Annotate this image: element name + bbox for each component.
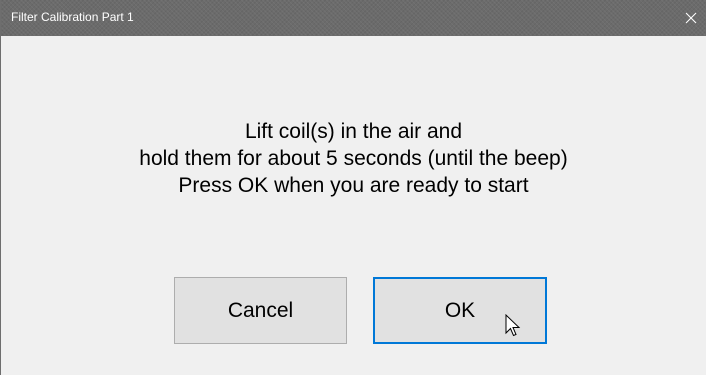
window-title: Filter Calibration Part 1 <box>11 10 134 24</box>
message-line-2: hold them for about 5 seconds (until the… <box>139 147 568 170</box>
message-line-3: Press OK when you are ready to start <box>178 174 529 197</box>
cancel-button[interactable]: Cancel <box>174 277 347 344</box>
dialog-window: Filter Calibration Part 1 Lift coil(s) i… <box>0 0 706 375</box>
message-line-1: Lift coil(s) in the air and <box>244 120 463 143</box>
title-bar[interactable]: Filter Calibration Part 1 <box>1 0 706 36</box>
ok-button[interactable]: OK <box>373 277 547 344</box>
dialog-message: Lift coil(s) in the air and hold them fo… <box>1 118 706 199</box>
close-button[interactable] <box>676 0 706 36</box>
close-icon <box>685 12 697 24</box>
